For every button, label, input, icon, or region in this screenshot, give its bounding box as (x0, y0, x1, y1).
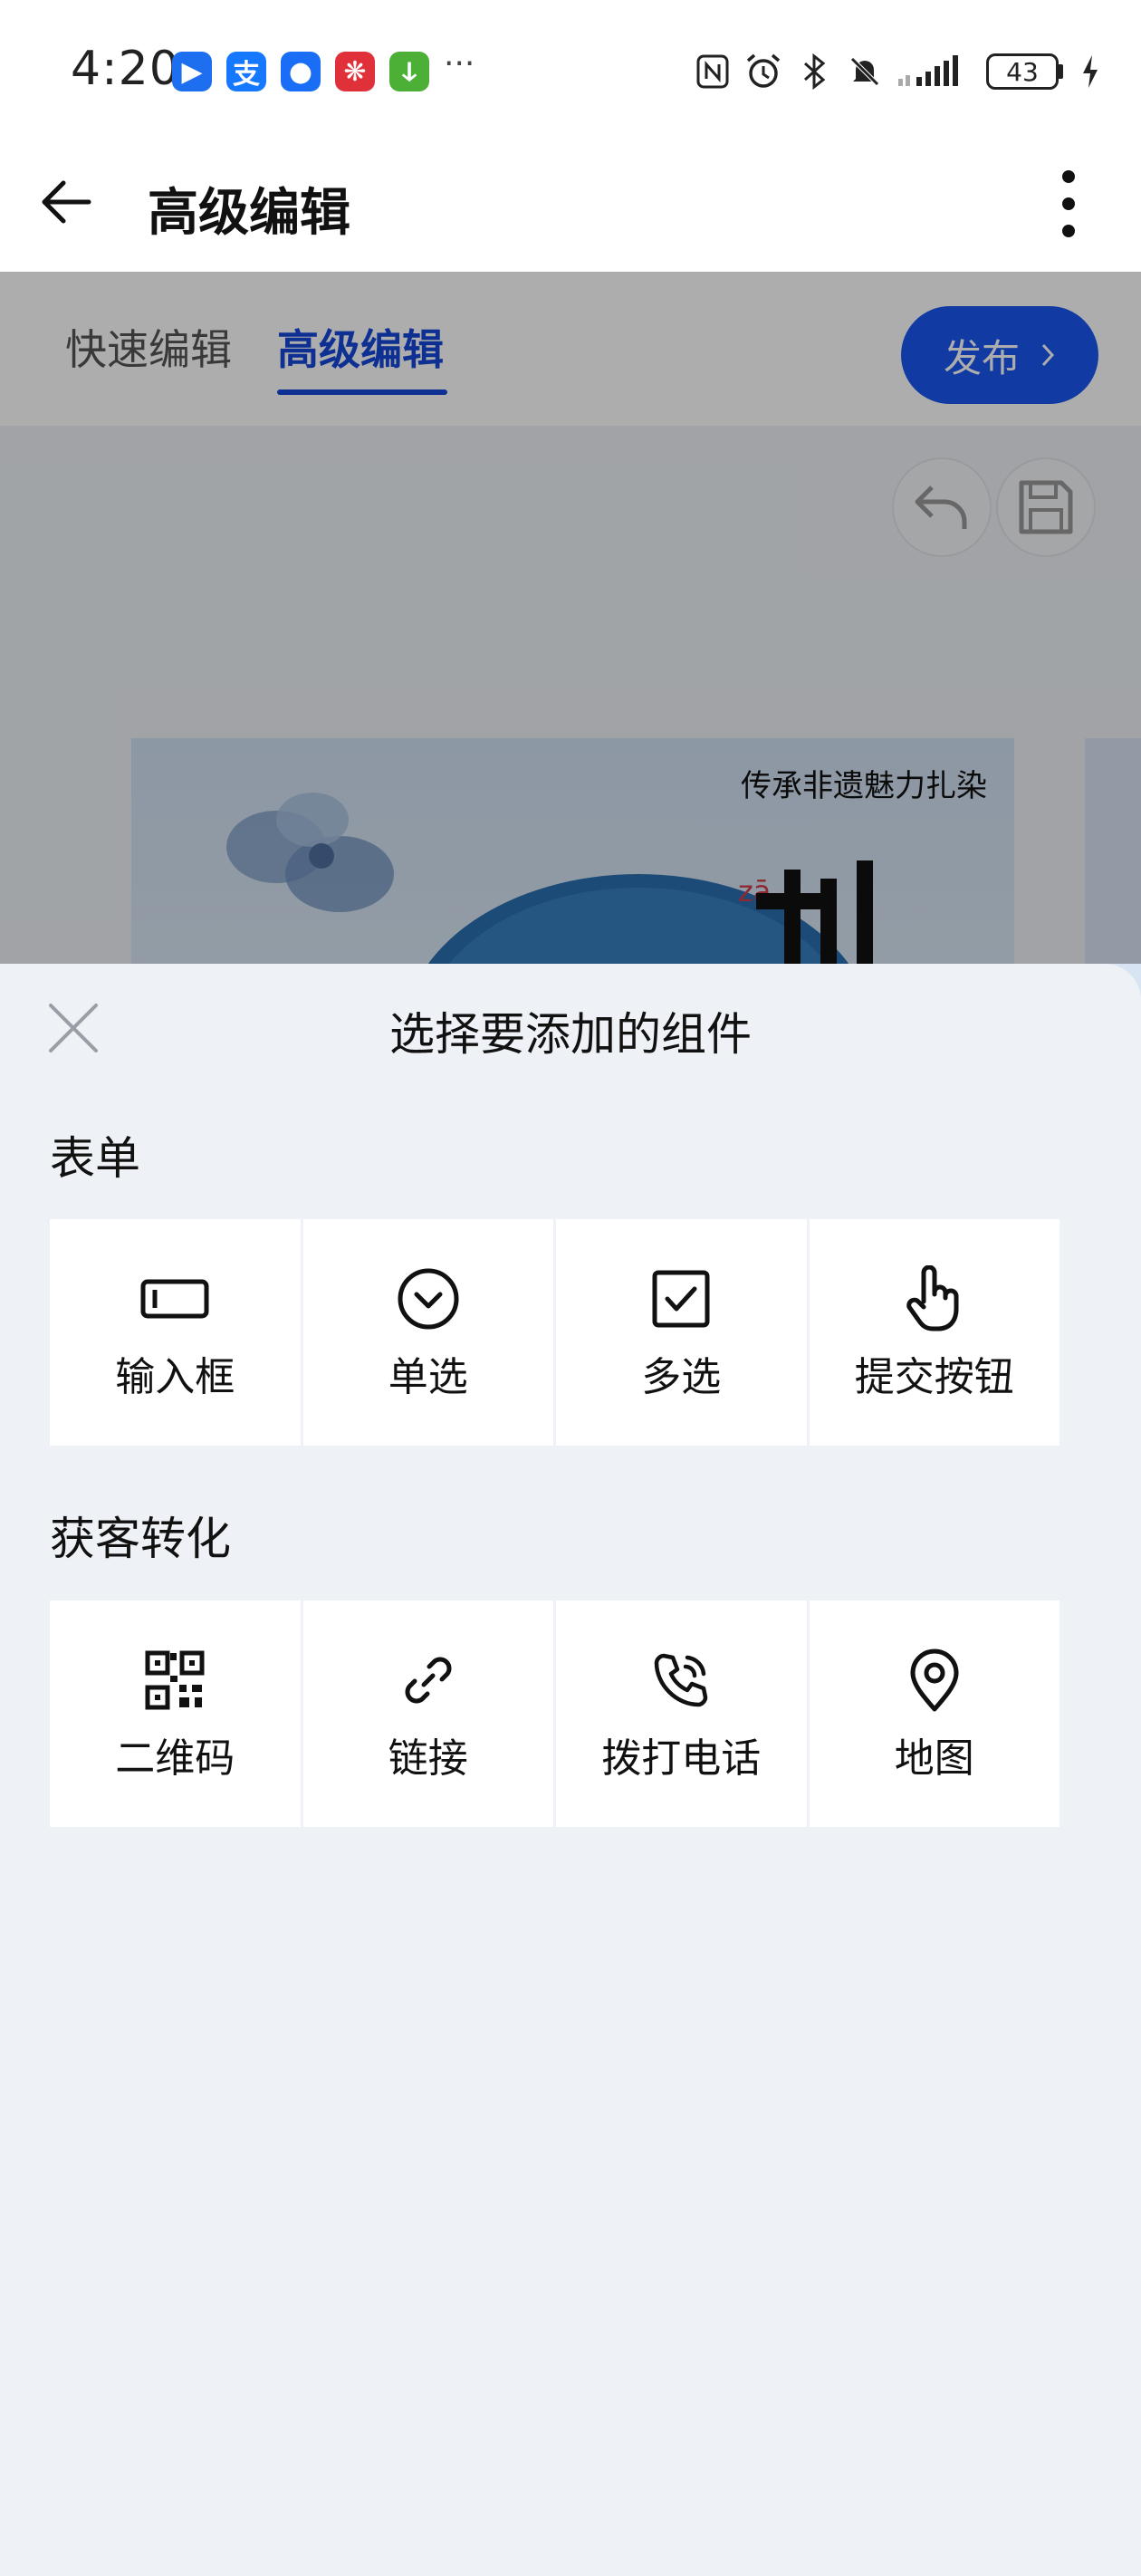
alarm-icon (743, 52, 783, 91)
component-label: 单选 (388, 1354, 468, 1400)
component-multi-choice[interactable]: 多选 (556, 1219, 807, 1446)
back-arrow-icon[interactable] (36, 170, 100, 234)
single-choice-icon (392, 1263, 465, 1335)
component-label: 拨打电话 (601, 1735, 762, 1782)
link-icon (392, 1644, 465, 1716)
bluebird-app-icon: ▶ (172, 52, 212, 91)
more-vertical-icon[interactable] (1046, 163, 1091, 245)
section-title-form: 表单 (50, 1132, 140, 1185)
huawei-app-icon: ❋ (335, 52, 375, 91)
checkbox-icon (645, 1263, 717, 1335)
charging-icon (1070, 52, 1110, 91)
component-input-field[interactable]: 输入框 (50, 1219, 301, 1446)
component-label: 输入框 (115, 1354, 235, 1400)
battery-indicator: 43 (986, 53, 1063, 90)
component-map[interactable]: 地图 (809, 1600, 1060, 1827)
nfc-icon (693, 52, 733, 91)
component-label: 提交按钮 (854, 1354, 1014, 1400)
component-link[interactable]: 链接 (302, 1600, 553, 1827)
wechat-app-icon: ↆ (389, 52, 429, 91)
sheet-title: 选择要添加的组件 (389, 1008, 752, 1061)
component-label: 二维码 (115, 1735, 235, 1782)
system-status-icons: 43 (693, 49, 1121, 94)
robot-app-icon: ● (281, 52, 321, 91)
status-more-icon: ··· (444, 45, 475, 82)
mute-bell-icon (845, 52, 885, 91)
component-single-choice[interactable]: 单选 (302, 1219, 553, 1446)
status-bar: 4:20 ▶ 支 ● ❋ ↆ ··· 43 (0, 0, 1141, 136)
form-components-grid: 输入框 单选 多选 提交按钮 (50, 1219, 1060, 1446)
component-phone-call[interactable]: 拨打电话 (556, 1600, 807, 1827)
battery-level: 43 (986, 53, 1059, 90)
component-label: 链接 (388, 1735, 468, 1782)
component-label: 地图 (894, 1735, 974, 1782)
input-field-icon (139, 1263, 211, 1335)
conversion-components-grid: 二维码 链接 拨打电话 地图 (50, 1600, 1060, 1827)
qr-code-icon (139, 1644, 211, 1716)
status-time: 4:20 (71, 42, 180, 96)
section-title-lead-conversion: 获客转化 (50, 1513, 231, 1565)
component-label: 多选 (641, 1354, 722, 1400)
phone-call-icon (645, 1644, 717, 1716)
signal-icon (896, 52, 968, 91)
app-header: 高级编辑 (0, 136, 1141, 272)
page-title: 高级编辑 (148, 184, 350, 243)
component-picker-sheet: 选择要添加的组件 表单 输入框 单选 多选 提交按钮 获客转化 二维码 链接 拨… (0, 964, 1141, 2576)
hand-pointer-icon (898, 1263, 971, 1335)
bluetooth-icon (794, 52, 834, 91)
component-submit-button[interactable]: 提交按钮 (809, 1219, 1060, 1446)
component-qr-code[interactable]: 二维码 (50, 1600, 301, 1827)
modal-overlay[interactable] (0, 272, 1141, 964)
alipay-app-icon: 支 (226, 52, 266, 91)
map-pin-icon (898, 1644, 971, 1716)
